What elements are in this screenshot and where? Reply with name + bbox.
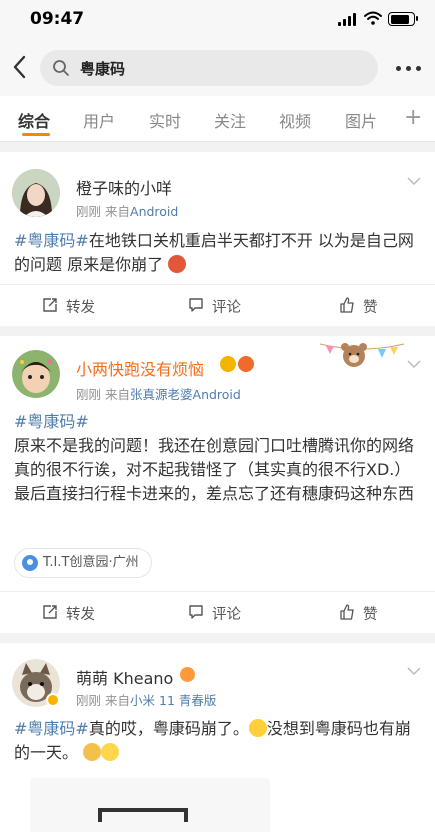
repost-button[interactable]: 转发 <box>43 603 95 624</box>
post-card[interactable]: 橙子味的小咩 刚刚 来自Android #粤康码#在地铁口关机重启半天都打不开 … <box>0 152 435 326</box>
post-body: 原来不是我的问题！我还在创意园门口吐槽腾讯你的网络真的很不行诶，对不起我错怪了（… <box>14 436 415 503</box>
comment-button[interactable]: 评论 <box>189 296 241 317</box>
like-button[interactable]: 赞 <box>340 296 378 317</box>
post-body: 真的哎，粤康码崩了。 <box>88 719 249 738</box>
tab-video[interactable]: 视频 <box>279 108 311 132</box>
back-icon[interactable] <box>10 54 30 80</box>
post-author[interactable]: 橙子味的小咩 <box>76 175 172 199</box>
member-badge-icon <box>180 667 195 682</box>
post-source[interactable]: Android <box>130 204 178 219</box>
hashtag[interactable]: #粤康码# <box>14 410 424 434</box>
repost-icon <box>43 605 57 619</box>
crying-laughing-emoji-icon <box>101 743 120 761</box>
search-input[interactable]: 粤康码 <box>40 50 378 86</box>
search-header: 粤康码 <box>0 40 435 96</box>
post-meta: 刚刚 来自Android <box>76 201 178 220</box>
fan-badge-icon <box>238 356 254 372</box>
post-source[interactable]: 张真源老婆Android <box>130 387 241 402</box>
post-source-prefix: 来自 <box>105 204 131 219</box>
post-meta: 刚刚 来自张真源老婆Android <box>76 384 241 403</box>
post-card[interactable]: 萌萌 Kheano 刚刚 来自小米 11 青春版 #粤康码#真的哎，粤康码崩了。… <box>0 643 435 832</box>
chevron-down-icon[interactable] <box>407 667 421 676</box>
tab-realtime[interactable]: 实时 <box>149 108 181 132</box>
tab-following[interactable]: 关注 <box>214 108 246 132</box>
post-time: 刚刚 <box>76 204 102 219</box>
comment-icon <box>189 605 203 619</box>
repost-button[interactable]: 转发 <box>43 296 95 317</box>
post-text: #粤康码#在地铁口关机重启半天都打不开 以为是自己网的问题 原来是你崩了 <box>14 229 424 277</box>
card-decoration-icon <box>319 343 405 367</box>
repost-label: 转发 <box>66 300 95 316</box>
post-card[interactable]: 小两快跑没有烦恼 刚刚 来自张真源老婆Android #粤康码# 原来不是我的问… <box>0 336 435 633</box>
post-image[interactable] <box>30 778 270 832</box>
post-author[interactable]: 萌萌 Kheano <box>76 665 173 689</box>
wifi-icon <box>364 11 382 25</box>
battery-icon <box>388 12 418 26</box>
laughing-emoji-icon <box>248 719 267 737</box>
avatar-photo <box>12 350 60 398</box>
like-label: 赞 <box>363 300 378 316</box>
comment-button[interactable]: 评论 <box>189 603 241 624</box>
avatar[interactable] <box>12 169 60 217</box>
comment-label: 评论 <box>212 607 241 623</box>
avatar[interactable] <box>12 659 60 707</box>
tab-images[interactable]: 图片 <box>345 108 377 132</box>
avatar-photo <box>12 169 60 217</box>
angry-emoji-icon <box>168 255 187 273</box>
status-bar: 09:47 <box>0 0 435 40</box>
post-time: 刚刚 <box>76 693 102 708</box>
avatar[interactable] <box>12 350 60 398</box>
location-tag[interactable]: T.I.T创意园·广州 <box>14 548 152 578</box>
dog-emoji-icon <box>83 743 102 761</box>
thumbs-up-icon <box>340 297 354 313</box>
post-author[interactable]: 小两快跑没有烦恼 <box>76 356 204 380</box>
comment-label: 评论 <box>212 300 241 316</box>
post-actions: 转发 评论 赞 <box>0 591 435 633</box>
status-time: 09:47 <box>30 9 85 29</box>
location-label: T.I.T创意园·广州 <box>43 555 139 570</box>
post-source[interactable]: 小米 11 青春版 <box>130 693 216 708</box>
post-text: #粤康码#真的哎，粤康码崩了。 没想到粤康码也有崩的一天。 <box>14 717 424 765</box>
location-pin-icon <box>22 555 38 571</box>
hashtag[interactable]: #粤康码# <box>14 231 89 250</box>
thumbs-up-icon <box>340 604 354 620</box>
search-query: 粤康码 <box>80 60 126 78</box>
post-actions: 转发 评论 赞 <box>0 284 435 326</box>
active-tab-indicator <box>22 133 50 136</box>
post-source-prefix: 来自 <box>105 387 131 402</box>
like-button[interactable]: 赞 <box>340 603 378 624</box>
more-icon[interactable] <box>396 66 422 72</box>
search-tabs: 综合 用户 实时 关注 视频 图片 + <box>0 96 435 142</box>
hashtag[interactable]: #粤康码# <box>14 719 89 738</box>
like-label: 赞 <box>363 607 378 623</box>
add-tab-icon[interactable]: + <box>404 105 422 130</box>
tab-all[interactable]: 综合 <box>18 108 50 132</box>
chevron-down-icon[interactable] <box>407 177 421 186</box>
post-meta: 刚刚 来自小米 11 青春版 <box>76 690 216 709</box>
signal-icon <box>338 13 358 26</box>
search-icon <box>53 60 69 76</box>
post-source-prefix: 来自 <box>105 693 131 708</box>
repost-icon <box>43 298 57 312</box>
chevron-down-icon[interactable] <box>407 360 421 369</box>
repost-label: 转发 <box>66 607 95 623</box>
member-badge-icon <box>220 356 236 372</box>
comment-icon <box>189 298 203 312</box>
post-time: 刚刚 <box>76 387 102 402</box>
qr-code-image <box>98 808 188 822</box>
verified-badge-icon <box>46 693 60 707</box>
tab-users[interactable]: 用户 <box>83 108 115 132</box>
post-text: #粤康码# 原来不是我的问题！我还在创意园门口吐槽腾讯你的网络真的很不行诶，对不… <box>14 410 424 506</box>
